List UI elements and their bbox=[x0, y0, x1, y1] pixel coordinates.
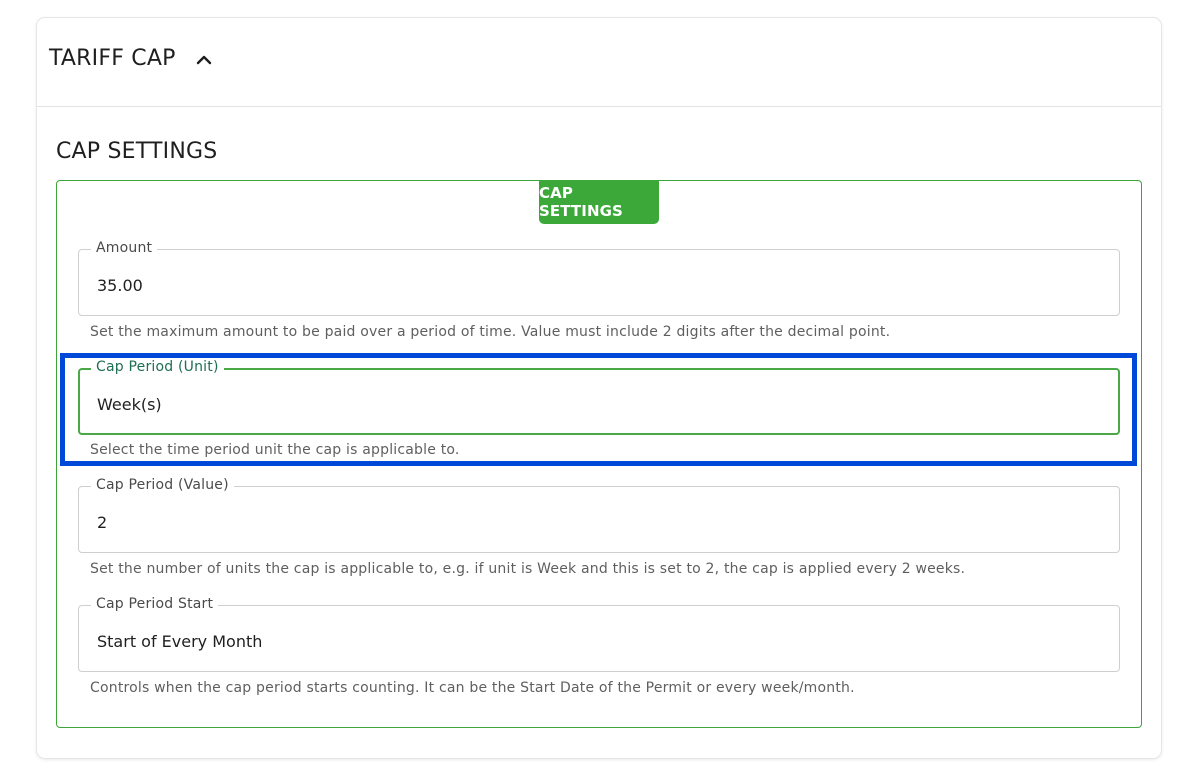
section-title: CAP SETTINGS bbox=[56, 139, 218, 164]
cap-period-start-label: Cap Period Start bbox=[91, 596, 219, 612]
cap-period-unit-label: Cap Period (Unit) bbox=[91, 359, 224, 375]
chevron-up-icon[interactable] bbox=[195, 46, 213, 72]
cap-period-unit-select[interactable]: Cap Period (Unit) Week(s) bbox=[78, 359, 1120, 435]
card-title: TARIFF CAP bbox=[49, 46, 176, 71]
amount-field[interactable]: Amount 35.00 bbox=[78, 240, 1120, 316]
cap-period-unit-value: Week(s) bbox=[97, 395, 162, 414]
cap-period-start-select[interactable]: Cap Period Start Start of Every Month bbox=[78, 596, 1120, 672]
tariff-cap-card: TARIFF CAP CAP SETTINGS CAP SETTINGS Amo… bbox=[37, 18, 1161, 758]
cap-period-start-helper-text: Controls when the cap period starts coun… bbox=[90, 680, 855, 696]
amount-value: 35.00 bbox=[97, 276, 143, 295]
cap-settings-badge: CAP SETTINGS bbox=[539, 180, 659, 224]
amount-label: Amount bbox=[91, 240, 158, 256]
cap-settings-group: CAP SETTINGS Amount 35.00 Set the maximu… bbox=[56, 180, 1142, 728]
cap-period-start-value: Start of Every Month bbox=[97, 632, 263, 651]
cap-period-unit-helper-text: Select the time period unit the cap is a… bbox=[90, 442, 460, 458]
card-header[interactable]: TARIFF CAP bbox=[37, 18, 1161, 107]
cap-period-value-helper-text: Set the number of units the cap is appli… bbox=[90, 561, 966, 577]
cap-period-value-label: Cap Period (Value) bbox=[91, 477, 234, 493]
cap-period-value-value: 2 bbox=[97, 513, 108, 532]
cap-period-value-field[interactable]: Cap Period (Value) 2 bbox=[78, 477, 1120, 553]
amount-helper-text: Set the maximum amount to be paid over a… bbox=[90, 324, 891, 340]
